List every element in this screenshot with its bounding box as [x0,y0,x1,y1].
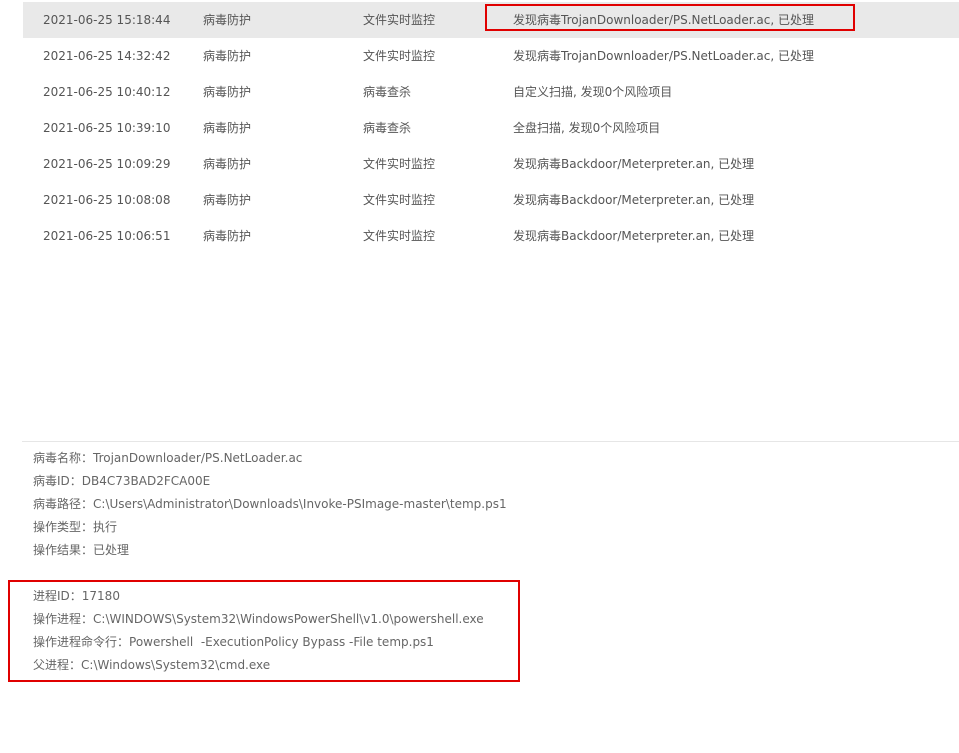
event-source: 病毒查杀 [363,85,412,99]
cmdline-value: Powershell -ExecutionPolicy Bypass -File… [129,635,434,649]
event-time: 2021-06-25 10:39:10 [43,121,171,135]
cmdline-label: 操作进程命令行： [33,635,130,649]
pid-label: 进程ID： [33,589,82,603]
pid-row: 进程ID：17180 [33,585,484,608]
event-description: 自定义扫描, 发现0个风险项目 [513,85,673,99]
event-description: 发现病毒Backdoor/Meterpreter.an, 已处理 [513,193,755,207]
event-source: 病毒查杀 [363,121,412,135]
op-process-label: 操作进程： [33,612,94,626]
section-divider [22,441,959,442]
event-category: 病毒防护 [203,193,252,207]
cmdline-row: 操作进程命令行：Powershell -ExecutionPolicy Bypa… [33,631,484,654]
event-description: 发现病毒TrojanDownloader/PS.NetLoader.ac, 已处… [513,49,815,63]
event-time: 2021-06-25 15:18:44 [43,13,171,27]
event-source: 文件实时监控 [363,49,436,63]
virus-id-label: 病毒ID： [33,474,82,488]
op-result-label: 操作结果： [33,543,94,557]
event-source: 文件实时监控 [363,13,436,27]
event-category: 病毒防护 [203,229,252,243]
virus-name-value: TrojanDownloader/PS.NetLoader.ac [93,451,303,465]
event-category: 病毒防护 [203,157,252,171]
security-log-page: 2021-06-25 15:18:44 病毒防护 文件实时监控 发现病毒Troj… [0,0,959,753]
event-log-table: 2021-06-25 15:18:44 病毒防护 文件实时监控 发现病毒Troj… [23,2,959,254]
table-row[interactable]: 2021-06-25 10:08:08 病毒防护 文件实时监控 发现病毒Back… [23,182,959,218]
parent-process-value: C:\Windows\System32\cmd.exe [81,658,271,672]
event-description: 发现病毒TrojanDownloader/PS.NetLoader.ac, 已处… [513,13,815,27]
virus-name-row: 病毒名称：TrojanDownloader/PS.NetLoader.ac [33,447,507,470]
op-type-label: 操作类型： [33,520,94,534]
virus-path-value: C:\Users\Administrator\Downloads\Invoke-… [93,497,507,511]
event-time: 2021-06-25 10:06:51 [43,229,171,243]
op-type-value: 执行 [93,520,118,534]
table-row-selected[interactable]: 2021-06-25 15:18:44 病毒防护 文件实时监控 发现病毒Troj… [23,2,959,38]
virus-id-row: 病毒ID：DB4C73BAD2FCA00E [33,470,507,493]
op-result-value: 已处理 [93,543,130,557]
table-row[interactable]: 2021-06-25 10:39:10 病毒防护 病毒查杀 全盘扫描, 发现0个… [23,110,959,146]
event-source: 文件实时监控 [363,157,436,171]
event-category: 病毒防护 [203,121,252,135]
event-description: 发现病毒Backdoor/Meterpreter.an, 已处理 [513,157,755,171]
event-time: 2021-06-25 10:09:29 [43,157,171,171]
table-row[interactable]: 2021-06-25 10:06:51 病毒防护 文件实时监控 发现病毒Back… [23,218,959,254]
pid-value: 17180 [81,589,120,603]
event-time: 2021-06-25 14:32:42 [43,49,171,63]
virus-id-value: DB4C73BAD2FCA00E [81,474,211,488]
op-process-row: 操作进程：C:\WINDOWS\System32\WindowsPowerShe… [33,608,484,631]
event-time: 2021-06-25 10:40:12 [43,85,171,99]
table-row[interactable]: 2021-06-25 10:09:29 病毒防护 文件实时监控 发现病毒Back… [23,146,959,182]
event-category: 病毒防护 [203,13,252,27]
event-source: 文件实时监控 [363,229,436,243]
table-row[interactable]: 2021-06-25 14:32:42 病毒防护 文件实时监控 发现病毒Troj… [23,38,959,74]
event-description: 全盘扫描, 发现0个风险项目 [513,121,661,135]
virus-name-label: 病毒名称： [33,451,94,465]
parent-process-label: 父进程： [33,658,82,672]
op-result-row: 操作结果：已处理 [33,539,507,562]
virus-path-label: 病毒路径： [33,497,94,511]
virus-detail-panel: 病毒名称：TrojanDownloader/PS.NetLoader.ac 病毒… [33,447,507,562]
event-time: 2021-06-25 10:08:08 [43,193,171,207]
event-description: 发现病毒Backdoor/Meterpreter.an, 已处理 [513,229,755,243]
table-row[interactable]: 2021-06-25 10:40:12 病毒防护 病毒查杀 自定义扫描, 发现0… [23,74,959,110]
op-type-row: 操作类型：执行 [33,516,507,539]
event-source: 文件实时监控 [363,193,436,207]
event-category: 病毒防护 [203,49,252,63]
op-process-value: C:\WINDOWS\System32\WindowsPowerShell\v1… [93,612,484,626]
virus-path-row: 病毒路径：C:\Users\Administrator\Downloads\In… [33,493,507,516]
process-detail-panel: 进程ID：17180 操作进程：C:\WINDOWS\System32\Wind… [33,585,484,677]
event-category: 病毒防护 [203,85,252,99]
parent-process-row: 父进程：C:\Windows\System32\cmd.exe [33,654,484,677]
